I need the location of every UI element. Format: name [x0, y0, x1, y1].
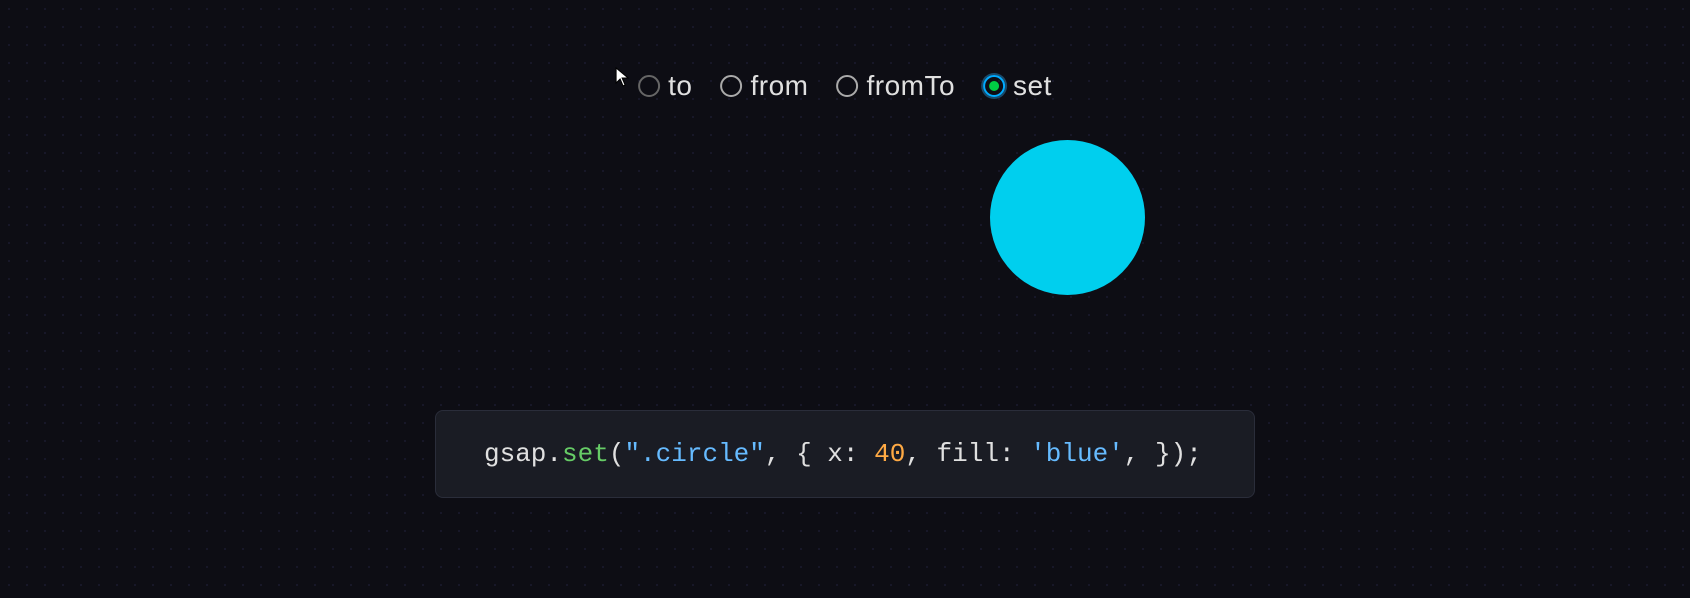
radio-option-fromTo[interactable]: fromTo — [836, 70, 955, 102]
code-selector: ".circle" — [624, 439, 764, 469]
code-paren-open: ( — [609, 439, 625, 469]
radio-from-label: from — [750, 70, 808, 102]
code-fill-value: 'blue' — [1030, 439, 1124, 469]
radio-option-to[interactable]: to — [638, 70, 692, 102]
radio-fromTo-circle[interactable] — [836, 75, 858, 97]
code-comma: , { x: — [765, 439, 874, 469]
radio-to-label: to — [668, 70, 692, 102]
code-fill-key: , fill: — [905, 439, 1030, 469]
code-dot: . — [546, 439, 562, 469]
radio-option-set[interactable]: set — [983, 70, 1052, 102]
code-x-value: 40 — [874, 439, 905, 469]
animated-circle — [990, 140, 1145, 295]
code-gsap: gsap — [484, 439, 546, 469]
radio-set-label: set — [1013, 70, 1052, 102]
radio-set-circle[interactable] — [983, 75, 1005, 97]
radio-group: to from fromTo set — [638, 70, 1052, 102]
code-close: , }); — [1124, 439, 1202, 469]
code-method: set — [562, 439, 609, 469]
code-block: gsap.set(".circle", { x: 40, fill: 'blue… — [435, 410, 1255, 498]
radio-from-circle[interactable] — [720, 75, 742, 97]
radio-fromTo-label: fromTo — [866, 70, 955, 102]
cursor-icon — [614, 66, 632, 88]
code-line: gsap.set(".circle", { x: 40, fill: 'blue… — [484, 439, 1206, 469]
radio-option-from[interactable]: from — [720, 70, 808, 102]
radio-to-circle[interactable] — [638, 75, 660, 97]
